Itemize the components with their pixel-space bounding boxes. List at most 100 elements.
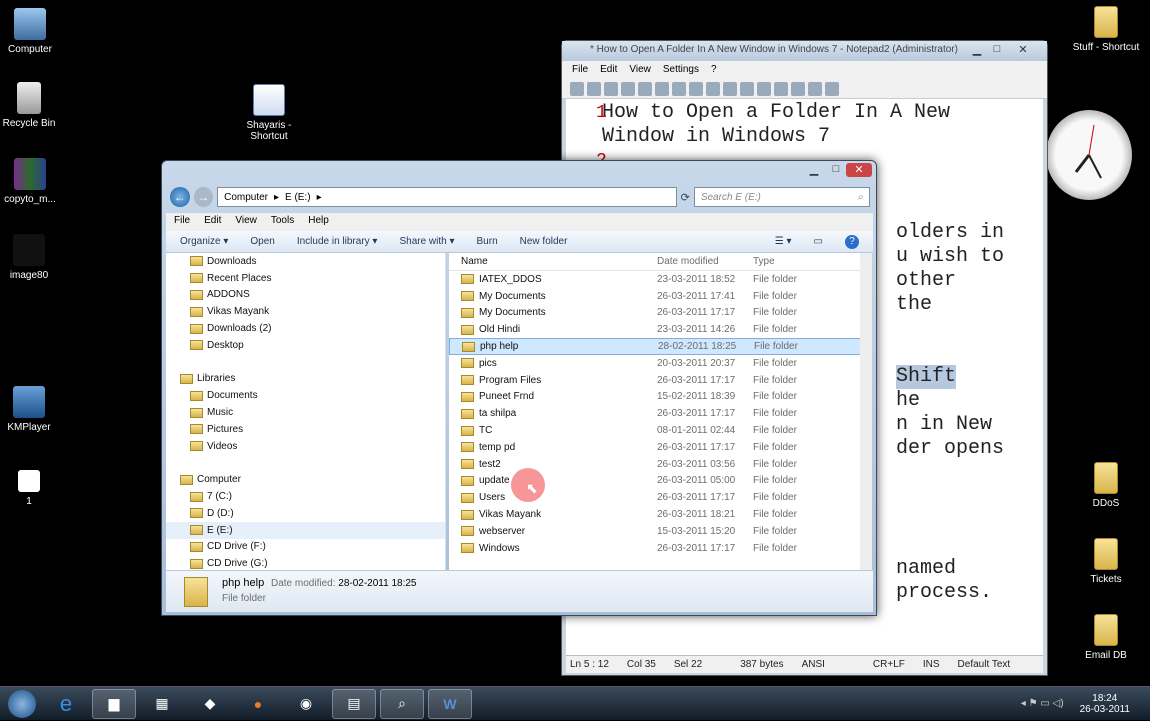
file-row[interactable]: IATEX_DDOS 23-03-2011 18:52 File folder: [449, 271, 872, 288]
close-icon[interactable]: ✕: [1013, 43, 1033, 57]
replace-icon[interactable]: [740, 82, 754, 96]
file-row[interactable]: My Documents 26-03-2011 17:17 File folder: [449, 305, 872, 322]
nav-item[interactable]: CD Drive (F:): [166, 539, 445, 556]
forward-arrow-icon[interactable]: →: [193, 187, 214, 207]
menu-file[interactable]: File: [572, 64, 588, 76]
menu-view[interactable]: View: [235, 215, 257, 229]
nav-item[interactable]: Downloads: [166, 253, 445, 270]
menu-tools[interactable]: Tools: [271, 215, 294, 229]
desktop-icon-email-db[interactable]: Email DB: [1071, 614, 1141, 661]
nav-item[interactable]: ADDONS: [166, 287, 445, 304]
burn-button[interactable]: Burn: [477, 236, 498, 247]
column-type[interactable]: Type: [753, 256, 833, 267]
help-icon[interactable]: ?: [845, 234, 859, 249]
file-row[interactable]: TC 08-01-2011 02:44 File folder: [449, 422, 872, 439]
inkscape-icon[interactable]: ◆: [188, 689, 232, 719]
nav-item[interactable]: Music: [166, 404, 445, 421]
maximize-icon[interactable]: □: [826, 163, 846, 177]
notepad-titlebar[interactable]: * How to Open A Folder In A New Window i…: [562, 41, 1047, 61]
tray-icons[interactable]: ◂ ⚑ ▭ ◁): [1021, 698, 1064, 709]
preview-pane-icon[interactable]: ▭: [814, 236, 823, 247]
open-button[interactable]: Open: [250, 236, 274, 247]
nav-item[interactable]: Computer: [166, 471, 445, 488]
refresh-icon[interactable]: ⟳: [681, 191, 690, 204]
file-row[interactable]: webserver 15-03-2011 15:20 File folder: [449, 523, 872, 540]
redo-icon[interactable]: [655, 82, 669, 96]
explorer-window[interactable]: ▁ □ ✕ ← → Computer ▸ E (E:) ▸ ⟳ Search E…: [161, 160, 877, 616]
nav-item[interactable]: E (E:): [166, 521, 445, 539]
search-input[interactable]: Search E (E:) ⌕: [693, 187, 871, 207]
back-arrow-icon[interactable]: ←: [170, 187, 190, 207]
nav-item[interactable]: Libraries: [166, 371, 445, 388]
desktop-icon-shayaris[interactable]: Shayaris - Shortcut: [234, 84, 304, 142]
nav-item[interactable]: Documents: [166, 387, 445, 404]
nav-item[interactable]: Pictures: [166, 421, 445, 438]
nav-item[interactable]: Vikas Mayank: [166, 303, 445, 320]
save-icon[interactable]: [621, 82, 635, 96]
app-grid-icon[interactable]: ▦: [140, 689, 184, 719]
desktop-icon-copyto[interactable]: copyto_m...: [0, 158, 65, 205]
desktop-icon-kmplayer[interactable]: KMPlayer: [0, 386, 64, 433]
nav-item[interactable]: D (D:): [166, 505, 445, 522]
menu-settings[interactable]: Settings: [663, 64, 699, 76]
menu-view[interactable]: View: [629, 64, 651, 76]
nav-item[interactable]: Downloads (2): [166, 320, 445, 337]
nav-item[interactable]: 7 (C:): [166, 488, 445, 505]
firefox-icon[interactable]: ●: [236, 689, 280, 719]
maximize-icon[interactable]: □: [987, 43, 1007, 57]
undo-icon[interactable]: [638, 82, 652, 96]
scheme-icon[interactable]: [808, 82, 822, 96]
file-row[interactable]: My Documents 26-03-2011 17:41 File folder: [449, 288, 872, 305]
breadcrumb-computer[interactable]: Computer: [224, 192, 268, 203]
desktop-icon-1[interactable]: 1: [0, 470, 64, 507]
menu-edit[interactable]: Edit: [600, 64, 617, 76]
address-bar[interactable]: Computer ▸ E (E:) ▸: [217, 187, 677, 207]
file-row[interactable]: Vikas Mayank 26-03-2011 18:21 File folder: [449, 506, 872, 523]
desktop-icon-image80[interactable]: image80: [0, 234, 64, 281]
vertical-scrollbar[interactable]: [860, 253, 872, 570]
column-date-modified[interactable]: Date modified: [657, 256, 753, 267]
share-with-button[interactable]: Share with ▾: [399, 236, 454, 247]
column-name[interactable]: Name: [449, 256, 657, 267]
breadcrumb-drive[interactable]: E (E:): [285, 192, 311, 203]
clock[interactable]: 18:24 26-03-2011: [1080, 693, 1130, 715]
minimize-icon[interactable]: ▁: [967, 43, 987, 57]
new-icon[interactable]: [570, 82, 584, 96]
word-icon[interactable]: W: [428, 688, 472, 719]
file-row[interactable]: ta shilpa 26-03-2011 17:17 File folder: [449, 405, 872, 422]
close-icon[interactable]: ✕: [846, 163, 872, 177]
nav-item[interactable]: Desktop: [166, 337, 445, 354]
start-button[interactable]: [0, 687, 44, 721]
desktop-icon-stuff[interactable]: Stuff - Shortcut: [1071, 6, 1141, 53]
open-icon[interactable]: [587, 82, 601, 96]
new-folder-button[interactable]: New folder: [520, 236, 568, 247]
nav-item[interactable]: Videos: [166, 438, 445, 455]
nav-item[interactable]: Recent Places: [166, 270, 445, 287]
minimize-icon[interactable]: ▁: [804, 163, 824, 177]
internet-explorer-icon[interactable]: e: [44, 689, 88, 719]
menu-edit[interactable]: Edit: [204, 215, 221, 229]
customize-icon[interactable]: [825, 82, 839, 96]
notepad-taskbar-icon[interactable]: ▤: [332, 688, 376, 719]
browse-icon[interactable]: [604, 82, 618, 96]
desktop-icon-ddos[interactable]: DDoS: [1071, 462, 1141, 509]
file-row[interactable]: pics 20-03-2011 20:37 File folder: [449, 355, 872, 372]
file-row[interactable]: temp pd 26-03-2011 17:17 File folder: [449, 439, 872, 456]
file-row[interactable]: test2 26-03-2011 03:56 File folder: [449, 456, 872, 473]
wordwrap-icon[interactable]: [757, 82, 771, 96]
desktop-icon-computer[interactable]: Computer: [0, 8, 65, 55]
paste-icon[interactable]: [706, 82, 720, 96]
menu-file[interactable]: File: [174, 215, 190, 229]
zoom-in-icon[interactable]: [774, 82, 788, 96]
file-row[interactable]: Windows 26-03-2011 17:17 File folder: [449, 540, 872, 557]
menu-help[interactable]: ?: [711, 64, 717, 76]
media-icon[interactable]: ◉: [284, 689, 328, 719]
clock-gadget[interactable]: [1046, 110, 1132, 200]
organize-button[interactable]: Organize ▾: [180, 236, 228, 247]
explorer-taskbar-icon[interactable]: ▆: [92, 688, 136, 719]
find-icon[interactable]: [723, 82, 737, 96]
desktop-icon-recycle-bin[interactable]: Recycle Bin: [0, 82, 64, 129]
file-row[interactable]: Old Hindi 23-03-2011 14:26 File folder: [449, 321, 872, 338]
menu-help[interactable]: Help: [308, 215, 329, 229]
views-icon[interactable]: ☰ ▾: [775, 236, 792, 247]
